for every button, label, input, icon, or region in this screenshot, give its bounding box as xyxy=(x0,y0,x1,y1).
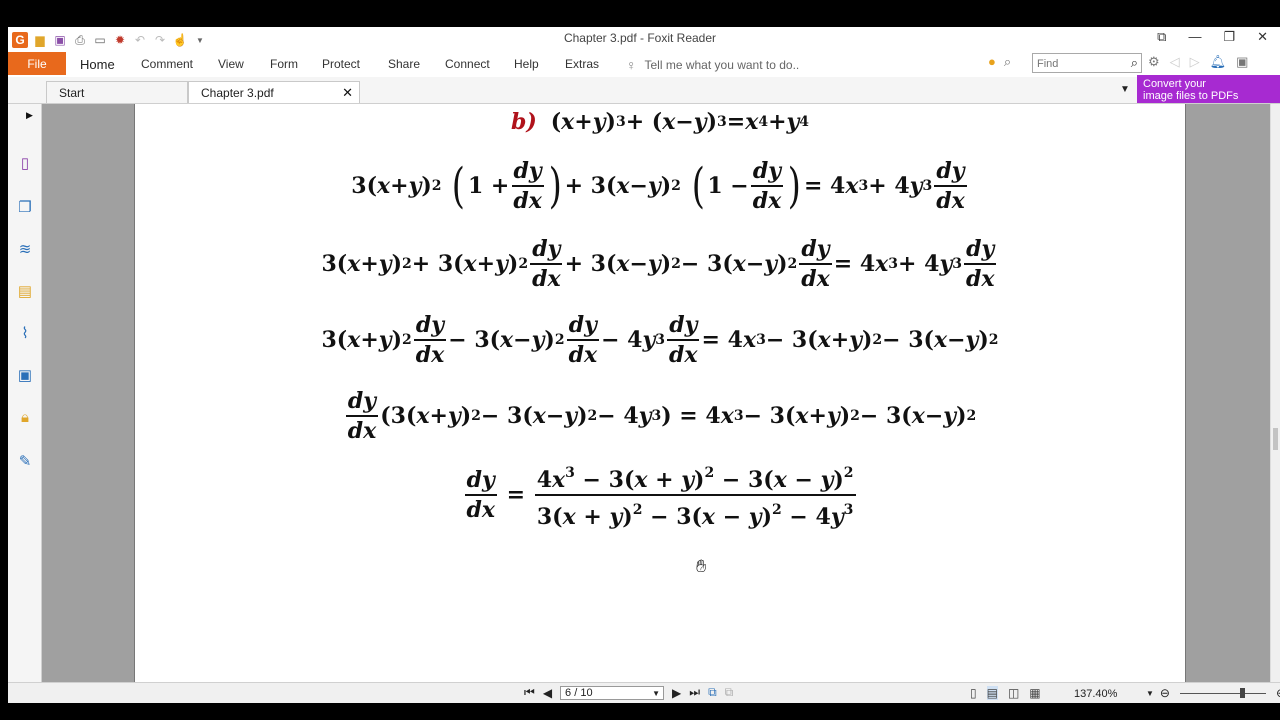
zoom-out-icon[interactable]: ⊖ xyxy=(1160,686,1170,700)
lightbulb-icon: ♀ xyxy=(626,57,637,73)
continuous-facing-icon[interactable]: ▦ xyxy=(1029,686,1040,700)
security-lock-icon[interactable]: 🔒︎ xyxy=(14,406,36,428)
user-avatar-icon[interactable]: ▣ xyxy=(1236,54,1248,70)
find-input[interactable] xyxy=(1033,56,1125,72)
zoom-level[interactable]: 137.40% xyxy=(1074,688,1117,700)
ribbon-nav-icons: ⚙ ◁ ▷ 🔔︎ ▣ xyxy=(1148,54,1248,70)
tab-start-label: Start xyxy=(59,85,85,100)
page-navigation: ⏮ ◀ 6 / 10 ▼ ▶ ⏭ ⧉ ⧉ xyxy=(524,685,733,700)
tab-extras[interactable]: Extras xyxy=(565,57,599,71)
find-box[interactable]: ⌕ xyxy=(1032,53,1142,73)
forward-icon[interactable]: ▷ xyxy=(1190,54,1200,70)
equation-step-3: 3(x + y) 2 dy dx − 3(x − y) 2 dy dx − 4y3 dy… xyxy=(321,312,999,368)
scrollbar-thumb[interactable] xyxy=(1273,428,1278,450)
ribbon-right-icons: ● ⌕ xyxy=(988,54,1011,70)
zoom-controls: ▼ ⊖ ⊕ xyxy=(1146,686,1280,700)
equation-step-2: 3(x + y) 2 + 3(x + y) 2 dy dx + 3(x − y) 2 −… xyxy=(321,236,997,292)
left-navigation-panel xyxy=(8,104,42,682)
equation-b: b) (x + y) 3 + (x − y) 3 = x4 + y4 xyxy=(510,109,810,135)
expand-panel-icon[interactable]: ▶ xyxy=(26,110,33,121)
minimize-icon[interactable]: — xyxy=(1188,29,1201,45)
tab-chapter-3[interactable]: Chapter 3.pdf ✕ xyxy=(188,81,360,103)
page-number: 6 / 10 xyxy=(565,686,593,699)
equation-step-1: 3(x + y) 2 (1 + dy dx) + 3(x − y) 2 (1 − dy… xyxy=(351,158,967,214)
tab-share[interactable]: Share xyxy=(388,57,420,71)
find-folder-icon[interactable]: ⌕ xyxy=(1004,54,1011,70)
certify-pen-icon[interactable]: ✎ xyxy=(14,450,36,472)
tell-me-box[interactable]: ♀ Tell me what you want to do.. xyxy=(626,57,799,73)
layers-icon[interactable]: ≋ xyxy=(14,238,36,260)
tell-me-text: Tell me what you want to do.. xyxy=(644,58,800,72)
tab-chapter-3-label: Chapter 3.pdf xyxy=(201,85,274,100)
tab-form[interactable]: Form xyxy=(270,57,298,71)
tab-home[interactable]: Home xyxy=(80,57,115,72)
notification-bell-icon[interactable]: 🔔︎ xyxy=(1210,54,1227,70)
page-number-box[interactable]: 6 / 10 ▼ xyxy=(560,685,665,700)
pages-icon[interactable]: ❐ xyxy=(14,196,36,218)
attachments-icon[interactable]: ⌇ xyxy=(14,322,36,344)
tabs-dropdown-icon[interactable]: ▼ xyxy=(1120,84,1130,95)
restore-icon[interactable]: ❐ xyxy=(1223,29,1235,45)
tab-comment[interactable]: Comment xyxy=(141,57,193,71)
zoom-slider-knob[interactable] xyxy=(1239,687,1245,698)
single-page-icon[interactable]: ▯ xyxy=(970,686,977,700)
equation-step-4: dy dx (3(x + y) 2 − 3(x − y) 2 − 4 y 3) = 4x3 … xyxy=(345,388,977,444)
page-dropdown-icon[interactable]: ▼ xyxy=(652,687,660,700)
promo-line-2: image files to PDFs xyxy=(1143,90,1239,102)
tab-connect[interactable]: Connect xyxy=(445,57,490,71)
tab-view[interactable]: View xyxy=(218,57,244,71)
close-tab-icon[interactable]: ✕ xyxy=(342,85,353,101)
zoom-slider[interactable] xyxy=(1179,687,1266,698)
tab-start[interactable]: Start xyxy=(46,81,188,103)
tab-help[interactable]: Help xyxy=(514,57,539,71)
next-view-icon[interactable]: ⧉ xyxy=(725,685,734,700)
promo-line-1: Convert your xyxy=(1143,78,1206,90)
close-window-icon[interactable]: ✕ xyxy=(1257,29,1268,45)
first-page-icon[interactable]: ⏮ xyxy=(524,685,535,700)
tab-protect[interactable]: Protect xyxy=(322,57,360,71)
ribbon-options-icon[interactable]: ⧉ xyxy=(1157,29,1166,45)
part-label: b) xyxy=(510,109,537,135)
foxit-account-icon[interactable]: ● xyxy=(988,54,996,70)
convert-promo-banner[interactable]: Convert your image files to PDFs xyxy=(1137,75,1280,103)
previous-page-icon[interactable]: ◀ xyxy=(543,686,552,700)
file-tab[interactable]: File xyxy=(8,52,66,75)
settings-gear-icon[interactable]: ⚙ xyxy=(1148,54,1160,70)
window-title: Chapter 3.pdf - Foxit Reader xyxy=(563,31,717,45)
comments-icon[interactable]: ▤ xyxy=(14,280,36,302)
bookmarks-icon[interactable]: ▯ xyxy=(14,152,36,174)
last-page-icon[interactable]: ⏭ xyxy=(689,685,700,700)
zoom-dropdown-icon[interactable]: ▼ xyxy=(1146,689,1154,698)
equation-result: dy dx = 4x3 − 3(x + y)2 − 3(x − y)2 3(x +… xyxy=(135,460,1185,530)
back-icon[interactable]: ◁ xyxy=(1170,54,1180,70)
vertical-scrollbar[interactable] xyxy=(1270,104,1280,682)
window-controls: ⧉ — ❐ ✕ xyxy=(1157,29,1268,45)
zoom-in-icon[interactable]: ⊕ xyxy=(1276,686,1280,700)
page-layout-icons: ▯ ▤ ◫ ▦ xyxy=(970,686,1041,700)
search-icon[interactable]: ⌕ xyxy=(1131,55,1138,71)
facing-page-icon[interactable]: ◫ xyxy=(1008,686,1019,700)
continuous-page-icon[interactable]: ▤ xyxy=(986,686,998,700)
pdf-page[interactable]: b) (x + y) 3 + (x − y) 3 = x4 + y4 3(x + y… xyxy=(134,104,1186,682)
next-page-icon[interactable]: ▶ xyxy=(672,686,681,700)
previous-view-icon[interactable]: ⧉ xyxy=(708,685,717,700)
digital-signatures-icon[interactable]: ▣ xyxy=(14,364,36,386)
hand-cursor-icon: ✋︎ xyxy=(696,556,707,576)
